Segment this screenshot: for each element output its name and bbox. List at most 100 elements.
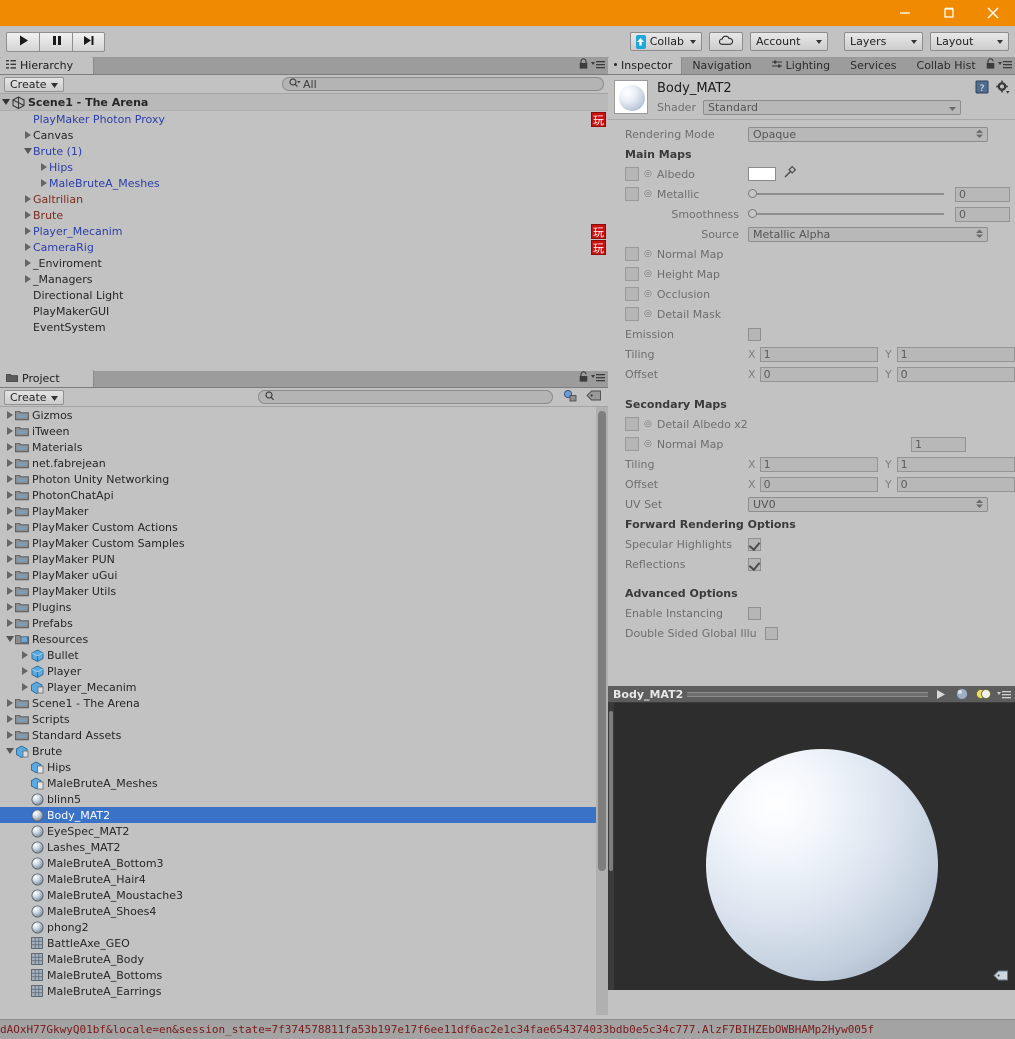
disclosure-triangle-icon[interactable] bbox=[4, 535, 15, 551]
hierarchy-item[interactable]: MaleBruteA_Meshes bbox=[0, 175, 608, 191]
panel-menu-icon[interactable] bbox=[591, 372, 605, 385]
disclosure-triangle-icon[interactable] bbox=[22, 143, 33, 159]
disclosure-triangle-icon[interactable] bbox=[4, 631, 15, 647]
project-item[interactable]: Standard Assets bbox=[0, 727, 608, 743]
step-button[interactable] bbox=[72, 32, 105, 52]
project-scrollbar[interactable] bbox=[596, 407, 608, 1015]
lock-icon[interactable] bbox=[579, 371, 588, 385]
smoothness-slider[interactable] bbox=[748, 213, 944, 215]
texture-slot[interactable] bbox=[625, 167, 639, 181]
hierarchy-tree[interactable]: PlayMaker Photon Proxy玩CanvasBrute (1)Hi… bbox=[0, 111, 608, 370]
material-preview-viewport[interactable] bbox=[608, 703, 1015, 990]
preview-sphere-icon[interactable] bbox=[953, 687, 970, 702]
texture-slot[interactable] bbox=[625, 187, 639, 201]
account-button[interactable]: Account bbox=[750, 32, 828, 51]
uv-set-dropdown[interactable]: UV0 bbox=[748, 497, 988, 512]
source-dropdown[interactable]: Metallic Alpha bbox=[748, 227, 988, 242]
tab-lighting[interactable]: Lighting bbox=[762, 57, 840, 74]
preview-drag-handle[interactable] bbox=[687, 692, 928, 697]
project-item[interactable]: Resources bbox=[0, 631, 608, 647]
tab-services[interactable]: Services bbox=[840, 57, 906, 74]
project-item[interactable]: PlayMaker Custom Samples bbox=[0, 535, 608, 551]
project-search-input[interactable] bbox=[258, 390, 553, 404]
cloud-button[interactable] bbox=[709, 32, 743, 51]
metallic-value-field[interactable]: 0 bbox=[955, 187, 1010, 202]
specular-highlights-checkbox[interactable] bbox=[748, 538, 761, 551]
preview-play-button[interactable] bbox=[932, 687, 949, 702]
disclosure-triangle-icon[interactable] bbox=[22, 239, 33, 255]
hierarchy-item[interactable]: Canvas bbox=[0, 127, 608, 143]
texture-slot[interactable] bbox=[625, 247, 639, 261]
reflections-checkbox[interactable] bbox=[748, 558, 761, 571]
project-item[interactable]: PhotonChatApi bbox=[0, 487, 608, 503]
project-tree[interactable]: GizmosiTweenMaterialsnet.fabrejeanPhoton… bbox=[0, 407, 608, 1015]
albedo-color-swatch[interactable] bbox=[748, 167, 776, 181]
project-item[interactable]: Brute bbox=[0, 743, 608, 759]
asset-label-icon[interactable] bbox=[993, 969, 1009, 985]
project-item[interactable]: MaleBruteA_Moustache3 bbox=[0, 887, 608, 903]
hierarchy-scene-header[interactable]: Scene1 - The Arena bbox=[0, 94, 608, 111]
tab-project[interactable]: Project bbox=[0, 370, 94, 387]
project-item[interactable]: Prefabs bbox=[0, 615, 608, 631]
secondary-offset-x-field[interactable]: 0 bbox=[760, 477, 878, 492]
disclosure-triangle-icon[interactable] bbox=[22, 271, 33, 287]
tab-hierarchy[interactable]: Hierarchy bbox=[0, 57, 94, 74]
tab-navigation[interactable]: Navigation bbox=[682, 57, 761, 74]
layout-button[interactable]: Layout bbox=[930, 32, 1009, 51]
disclosure-triangle-icon[interactable] bbox=[22, 127, 33, 143]
enable-instancing-checkbox[interactable] bbox=[748, 607, 761, 620]
project-item[interactable]: PlayMaker Custom Actions bbox=[0, 519, 608, 535]
play-button[interactable] bbox=[6, 32, 39, 52]
disclosure-triangle-icon[interactable] bbox=[4, 503, 15, 519]
project-item[interactable]: MaleBruteA_Shoes4 bbox=[0, 903, 608, 919]
disclosure-triangle-icon[interactable] bbox=[38, 175, 49, 191]
hierarchy-search-input[interactable]: All bbox=[282, 77, 604, 91]
project-item[interactable]: Bullet bbox=[0, 647, 608, 663]
project-item[interactable]: phong2 bbox=[0, 919, 608, 935]
disclosure-triangle-icon[interactable] bbox=[22, 207, 33, 223]
disclosure-triangle-icon[interactable] bbox=[4, 615, 15, 631]
emission-checkbox[interactable] bbox=[748, 328, 761, 341]
slider-knob[interactable] bbox=[748, 189, 757, 198]
disclosure-triangle-icon[interactable] bbox=[4, 519, 15, 535]
metallic-slider[interactable] bbox=[748, 193, 944, 195]
project-item[interactable]: iTween bbox=[0, 423, 608, 439]
project-item[interactable]: Hips bbox=[0, 759, 608, 775]
disclosure-triangle-icon[interactable] bbox=[19, 663, 30, 679]
project-item[interactable]: Player_Mecanim bbox=[0, 679, 608, 695]
hierarchy-item[interactable]: PlayMaker Photon Proxy玩 bbox=[0, 111, 608, 127]
hierarchy-item[interactable]: Directional Light bbox=[0, 287, 608, 303]
project-item[interactable]: MaleBruteA_Bottoms bbox=[0, 967, 608, 983]
close-icon[interactable] bbox=[971, 0, 1015, 26]
disclosure-triangle-icon[interactable] bbox=[19, 647, 30, 663]
main-offset-y-field[interactable]: 0 bbox=[897, 367, 1015, 382]
project-item[interactable]: MaleBruteA_Body bbox=[0, 951, 608, 967]
disclosure-triangle-icon[interactable] bbox=[4, 439, 15, 455]
gear-icon[interactable] bbox=[995, 80, 1010, 97]
project-item[interactable]: Player bbox=[0, 663, 608, 679]
project-item[interactable]: net.fabrejean bbox=[0, 455, 608, 471]
project-item[interactable]: PlayMaker uGui bbox=[0, 567, 608, 583]
secondary-tiling-y-field[interactable]: 1 bbox=[897, 457, 1015, 472]
disclosure-triangle-icon[interactable] bbox=[4, 407, 15, 423]
project-item[interactable]: Scene1 - The Arena bbox=[0, 695, 608, 711]
lock-icon[interactable] bbox=[579, 58, 588, 72]
panel-menu-icon[interactable] bbox=[998, 59, 1012, 72]
eyedropper-icon[interactable] bbox=[783, 166, 796, 182]
minimize-icon[interactable] bbox=[883, 0, 927, 26]
filter-by-label-icon[interactable] bbox=[586, 389, 602, 405]
hierarchy-item[interactable]: CameraRig玩 bbox=[0, 239, 608, 255]
hierarchy-item[interactable]: PlayMakerGUI bbox=[0, 303, 608, 319]
project-item[interactable]: BattleAxe_GEO bbox=[0, 935, 608, 951]
project-scrollbar-thumb[interactable] bbox=[598, 411, 606, 871]
project-create-button[interactable]: Create bbox=[4, 390, 64, 405]
disclosure-triangle-icon[interactable] bbox=[4, 743, 15, 759]
lock-icon[interactable] bbox=[986, 58, 995, 72]
disclosure-triangle-icon[interactable] bbox=[4, 455, 15, 471]
tab-collab-hist[interactable]: Collab Hist bbox=[907, 57, 986, 74]
texture-slot[interactable] bbox=[625, 287, 639, 301]
disclosure-triangle-icon[interactable] bbox=[38, 159, 49, 175]
pause-button[interactable] bbox=[39, 32, 72, 52]
secondary-offset-y-field[interactable]: 0 bbox=[897, 477, 1015, 492]
disclosure-triangle-icon[interactable] bbox=[4, 471, 15, 487]
